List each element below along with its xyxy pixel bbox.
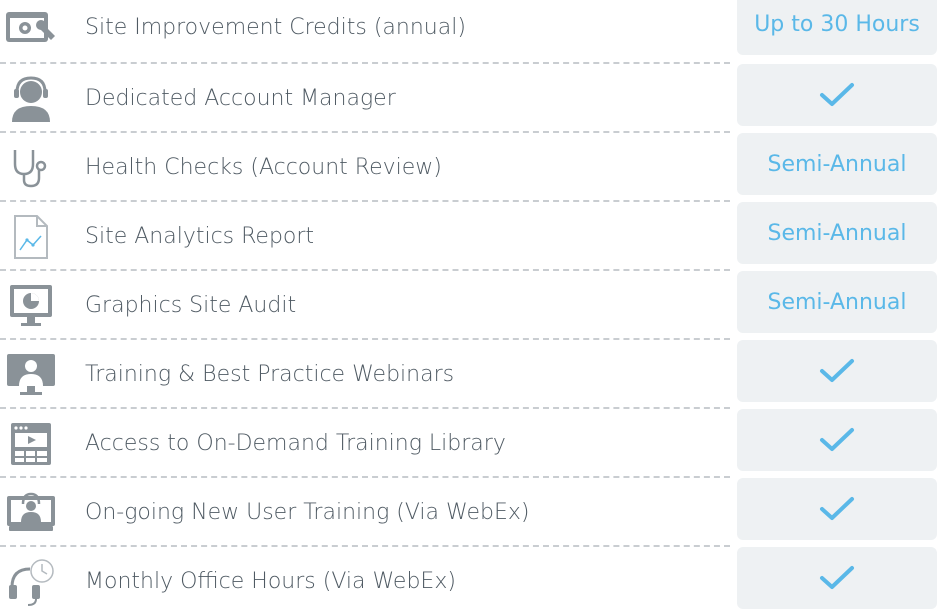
feature-label: Monthly Office Hours (Via WebEx): [85, 569, 456, 594]
feature-row-health-checks: Health Checks (Account Review) Semi-Annu…: [0, 131, 941, 202]
analytics-report-icon: [2, 212, 60, 262]
feature-label: Graphics Site Audit: [85, 293, 297, 318]
feature-row-graphics-audit: Graphics Site Audit Semi-Annual: [0, 269, 941, 340]
value-cell: Up to 30 Hours: [737, 0, 937, 55]
checkmark-icon: [819, 496, 855, 522]
webinar-presenter-icon: [2, 350, 60, 400]
account-manager-headset-icon: [2, 74, 60, 124]
feature-row-site-improvement: Site Improvement Credits (annual) Up to …: [0, 0, 941, 62]
feature-label: Access to On-Demand Training Library: [85, 431, 506, 456]
feature-label: Site Analytics Report: [85, 224, 315, 249]
feature-label: Health Checks (Account Review): [85, 155, 442, 180]
feature-row-new-user-training: On-going New User Training (Via WebEx): [0, 476, 941, 547]
value-text: Semi-Annual: [767, 220, 907, 246]
value-cell: [737, 409, 937, 471]
value-cell: [737, 478, 937, 540]
feature-label: On-going New User Training (Via WebEx): [85, 500, 530, 525]
value-cell: [737, 547, 937, 609]
feature-row-account-manager: Dedicated Account Manager: [0, 62, 941, 133]
value-text: Semi-Annual: [767, 289, 907, 315]
video-library-icon: [2, 419, 60, 469]
monitor-pie-chart-icon: [2, 281, 60, 331]
feature-label: Training & Best Practice Webinars: [85, 362, 455, 387]
value-cell: Semi-Annual: [737, 271, 937, 333]
feature-label: Dedicated Account Manager: [85, 86, 396, 111]
feature-row-analytics-report: Site Analytics Report Semi-Annual: [0, 200, 941, 271]
checkmark-icon: [819, 358, 855, 384]
checkmark-icon: [819, 427, 855, 453]
value-cell: Semi-Annual: [737, 202, 937, 264]
feature-row-office-hours: Monthly Office Hours (Via WebEx): [0, 545, 941, 616]
checkmark-icon: [819, 82, 855, 108]
feature-row-training-library: Access to On-Demand Training Library: [0, 407, 941, 478]
headset-clock-icon: [2, 557, 60, 607]
value-text: Semi-Annual: [767, 151, 907, 177]
feature-row-webinars: Training & Best Practice Webinars: [0, 338, 941, 409]
checkmark-icon: [819, 565, 855, 591]
stethoscope-icon: [2, 143, 60, 193]
value-cell: [737, 64, 937, 126]
webex-training-icon: [2, 488, 60, 538]
value-text: Up to 30 Hours: [754, 11, 920, 37]
gear-wrench-icon: [2, 3, 60, 53]
feature-label: Site Improvement Credits (annual): [85, 15, 466, 40]
value-cell: Semi-Annual: [737, 133, 937, 195]
value-cell: [737, 340, 937, 402]
